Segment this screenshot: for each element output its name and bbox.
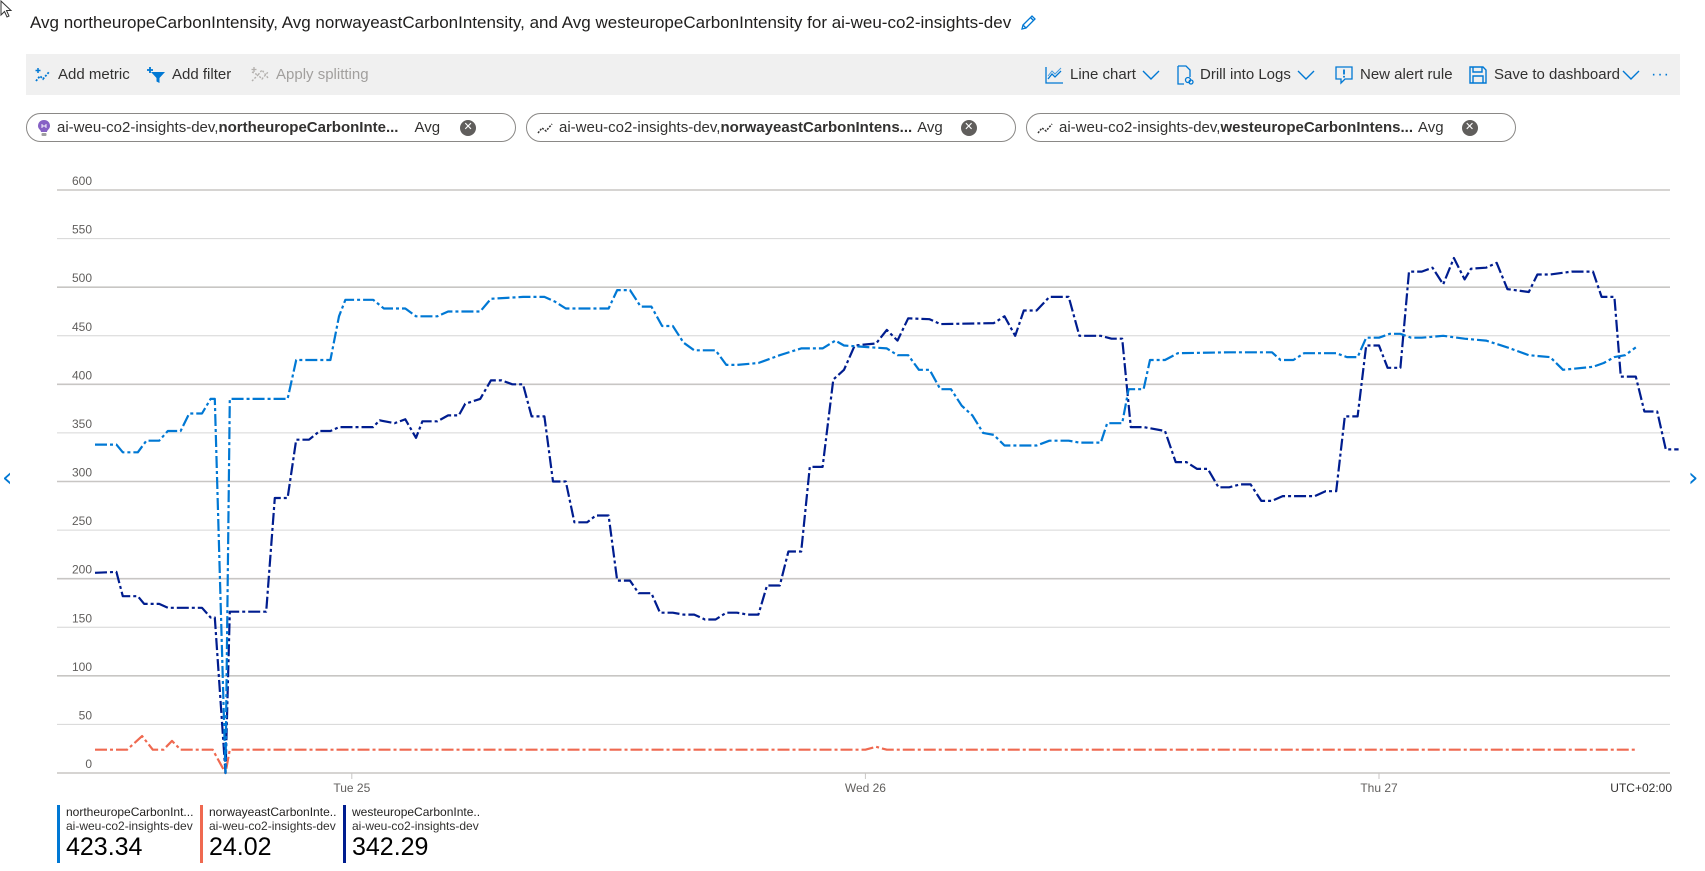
y-tick-label: 450 [72,320,92,334]
pill-resource: ai-weu-co2-insights-dev, [1059,119,1221,136]
chart-type-dropdown[interactable]: Line chart [1044,54,1160,95]
line-chart-icon [1045,66,1063,84]
y-tick-label: 350 [72,417,92,431]
y-tick-label: 150 [72,611,92,625]
y-tick-label: 550 [72,223,92,237]
pill-resource: ai-weu-co2-insights-dev, [559,119,721,136]
line-chart: 0 50 100 150 200 250 300 350 400 450 500 550 600 Tue… [57,174,1679,795]
x-tick-label: Tue 25 [333,781,370,795]
drill-into-logs-label: Drill into Logs [1200,66,1291,83]
legend-resource: ai-weu-co2-insights-dev [66,819,193,833]
legend-color-bar [200,805,203,863]
y-tick-label: 0 [85,757,92,771]
apply-splitting-label: Apply splitting [276,66,369,83]
pill-metric: westeuropeCarbonIntens... [1220,119,1414,136]
y-tick-label: 50 [79,708,93,722]
drill-into-logs-dropdown[interactable]: Drill into Logs [1176,54,1315,95]
y-tick-label: 100 [72,660,92,674]
mouse-cursor-icon [0,0,13,18]
remove-metric-close-icon[interactable]: ✕ [960,119,977,136]
remove-metric-close-icon[interactable]: ✕ [1461,119,1478,136]
y-tick-label: 250 [72,514,92,528]
y-tick-label: 400 [72,368,92,382]
apply-splitting-button[interactable]: Apply splitting [250,54,369,95]
filter-icon [147,66,165,83]
legend-item-westeurope[interactable]: westeuropeCarbonInte... ai-weu-co2-insig… [343,805,480,863]
add-filter-button[interactable]: Add filter [146,54,231,95]
legend-value: 423.34 [66,833,143,861]
y-tick-label: 500 [72,271,92,285]
chart-title: Avg northeuropeCarbonIntensity, Avg norw… [30,13,1037,33]
legend-item-norwayeast[interactable]: norwayeastCarbonInte... ai-weu-co2-insig… [200,805,337,863]
legend-series-name: westeuropeCarbonInte... [352,805,480,819]
pill-aggregation: Avg [917,119,943,136]
legend-color-bar [343,805,346,863]
save-icon [1469,65,1487,84]
line-chart-label: Line chart [1070,66,1136,83]
add-filter-label: Add filter [172,66,232,83]
alert-icon [1335,65,1353,85]
y-tick-label: 600 [72,174,92,188]
y-tick-label: 200 [72,563,92,577]
pill-aggregation: Avg [414,119,441,136]
add-metric-icon [35,67,50,82]
chart-title-text: Avg northeuropeCarbonIntensity, Avg norw… [30,13,1012,32]
chevron-down-icon [1622,70,1640,80]
pill-resource: ai-weu-co2-insights-dev, [57,119,219,136]
timezone-label: UTC+02:00 [1610,781,1672,795]
remove-metric-close-icon[interactable]: ✕ [460,119,477,136]
series-line-northeuropeCarbonIntensity [95,289,1637,775]
app-insights-icon [38,119,50,136]
legend-resource: ai-weu-co2-insights-dev [352,819,479,833]
series-line-norwayeastCarbonIntensity [95,735,1636,775]
add-metric-button[interactable]: Add metric [34,54,130,95]
metric-pill-northeurope[interactable]: ai-weu-co2-insights-dev, northeuropeCarb… [26,113,516,142]
new-alert-rule-button[interactable]: New alert rule [1334,54,1453,95]
pill-metric: northeuropeCarbonInte... [218,119,399,136]
more-options-button[interactable]: ··· [1651,54,1670,95]
legend-series-name: northeuropeCarbonInt... [66,805,194,819]
pill-metric: norwayeastCarbonIntens... [720,119,913,136]
chevron-down-icon [1142,70,1160,80]
chart-legend: northeuropeCarbonInt... ai-weu-co2-insig… [57,805,480,863]
add-metric-label: Add metric [58,66,130,83]
splitting-icon [251,66,269,81]
y-tick-label: 300 [72,466,92,480]
metric-pill-norwayeast[interactable]: ai-weu-co2-insights-dev, norwayeastCarbo… [526,113,1016,142]
legend-value: 342.29 [352,833,429,861]
new-alert-rule-label: New alert rule [1360,66,1453,83]
legend-series-name: norwayeastCarbonInte... [209,805,337,819]
x-tick-label: Thu 27 [1360,781,1398,795]
edit-title-pencil-icon[interactable] [1019,14,1037,32]
x-tick-label: Wed 26 [845,781,886,795]
metric-pill-westeurope[interactable]: ai-weu-co2-insights-dev, westeuropeCarbo… [1026,113,1516,142]
logs-icon [1177,64,1194,85]
legend-color-bar [57,805,60,863]
legend-value: 24.02 [209,833,272,861]
chart-toolbar: Add metric Add filter Apply splitting Li… [26,54,1680,95]
pill-aggregation: Avg [1418,119,1444,136]
metric-line-icon [537,123,553,133]
legend-resource: ai-weu-co2-insights-dev [209,819,336,833]
chevron-down-icon [1297,70,1315,80]
save-to-dashboard-dropdown[interactable]: Save to dashboard [1468,54,1640,95]
save-to-dashboard-label: Save to dashboard [1494,66,1620,83]
metric-line-icon [1037,123,1053,133]
legend-item-northeurope[interactable]: northeuropeCarbonInt... ai-weu-co2-insig… [57,805,194,863]
